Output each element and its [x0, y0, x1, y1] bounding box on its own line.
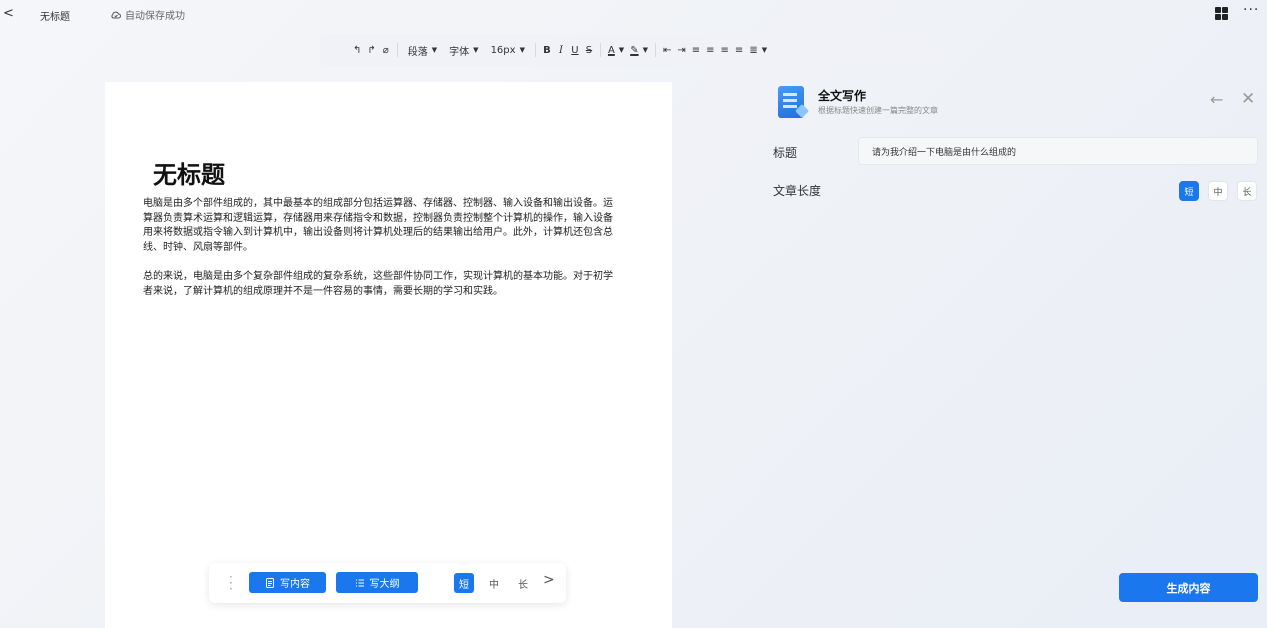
full-writing-icon	[778, 86, 804, 118]
close-icon[interactable]: ✕	[1241, 89, 1255, 109]
chevron-down-icon: ▼	[431, 46, 438, 54]
panel-subtitle: 根据标题快速创建一篇完整的文章	[818, 106, 938, 115]
font-label: 字体	[449, 46, 470, 58]
list-icon	[355, 579, 364, 586]
panel-length-short-button[interactable]: 短	[1179, 181, 1199, 201]
write-content-label: 写内容	[280, 579, 310, 590]
toolbar-divider	[396, 43, 398, 57]
length-long-button[interactable]: 长	[513, 573, 533, 593]
toolbar-divider	[534, 43, 536, 57]
font-color-icon: A	[607, 44, 615, 56]
back-arrow-icon[interactable]: ←	[1210, 90, 1223, 109]
justify-icon[interactable]: ≡	[732, 40, 746, 60]
document-paragraph[interactable]: 电脑是由多个部件组成的，其中最基本的组成部分包括运算器、存储器、控制器、输入设备…	[143, 197, 617, 255]
clear-format-icon[interactable]: ⌀	[379, 40, 393, 60]
write-outline-button[interactable]: 写大纲	[336, 572, 418, 593]
generate-content-button[interactable]: 生成内容	[1119, 573, 1258, 602]
panel-title: 全文写作	[818, 89, 867, 103]
chevron-down-icon: ▼	[519, 46, 525, 54]
write-outline-label: 写大纲	[369, 579, 400, 590]
line-spacing-icon: ≣	[749, 44, 758, 56]
paragraph-dropdown[interactable]: 段落 ▼	[402, 40, 443, 60]
align-center-icon[interactable]: ≡	[703, 40, 717, 60]
redo-icon[interactable]: ↱	[364, 40, 378, 60]
write-content-button[interactable]: 写内容	[249, 572, 326, 593]
panel-length-long-button[interactable]: 长	[1237, 181, 1257, 201]
align-right-icon[interactable]: ≡	[718, 40, 732, 60]
save-status-text: 自动保存成功	[125, 11, 185, 22]
font-size-label: 16px	[490, 44, 516, 56]
drag-handle-icon[interactable]: · · ·	[229, 571, 233, 595]
more-icon[interactable]: ···	[1243, 2, 1259, 18]
strikethrough-button[interactable]: S	[582, 40, 596, 60]
document-icon	[266, 577, 274, 588]
outdent-icon[interactable]: ⇤	[660, 40, 674, 60]
panel-length-medium-button[interactable]: 中	[1208, 181, 1228, 201]
title-input[interactable]	[858, 137, 1258, 165]
font-color-button[interactable]: A ▼	[605, 40, 627, 60]
length-field-label: 文章长度	[773, 184, 822, 198]
chevron-down-icon: ▼	[618, 46, 625, 54]
apps-grid-icon[interactable]	[1215, 7, 1228, 20]
document-name[interactable]: 无标题	[40, 8, 70, 23]
top-bar: < 无标题 自动保存成功 ···	[0, 0, 1267, 30]
length-short-button[interactable]: 短	[454, 573, 474, 593]
cloud-check-icon	[111, 11, 121, 18]
save-status: 自动保存成功	[110, 7, 185, 22]
writing-assistant-bar: · · · 写内容 写大纲 短 中 长 >	[209, 563, 566, 603]
highlight-icon: ✎	[630, 44, 639, 56]
underline-button[interactable]: U	[568, 40, 582, 60]
back-icon[interactable]: <	[3, 6, 14, 21]
paragraph-label: 段落	[407, 46, 428, 58]
format-toolbar: ↰ ↱ ⌀ 段落 ▼ 字体 ▼ 16px ▼ B I U S A ▼ ✎ ▼ ⇤ ⇥ ≡ …	[320, 34, 941, 66]
line-spacing-button[interactable]: ≣ ▼	[746, 40, 770, 60]
title-field-label: 标题	[773, 146, 798, 160]
font-size-dropdown[interactable]: 16px ▼	[485, 40, 531, 60]
chevron-right-icon[interactable]: >	[543, 572, 555, 588]
toolbar-divider	[654, 43, 656, 57]
chevron-down-icon: ▼	[642, 46, 648, 54]
chevron-down-icon: ▼	[761, 46, 768, 54]
document-paragraph[interactable]: 总的来说，电脑是由多个复杂部件组成的复杂系统，这些部件协同工作，实现计算机的基本…	[143, 270, 617, 299]
length-medium-button[interactable]: 中	[484, 573, 504, 593]
italic-button[interactable]: I	[554, 40, 568, 60]
highlight-button[interactable]: ✎ ▼	[627, 40, 651, 60]
chevron-down-icon: ▼	[473, 46, 479, 54]
document-title[interactable]: 无标题	[153, 155, 225, 190]
align-left-icon[interactable]: ≡	[689, 40, 703, 60]
font-dropdown[interactable]: 字体 ▼	[443, 40, 484, 60]
bold-button[interactable]: B	[540, 40, 554, 60]
undo-icon[interactable]: ↰	[350, 40, 364, 60]
document-paper[interactable]: 无标题 电脑是由多个部件组成的，其中最基本的组成部分包括运算器、存储器、控制器、…	[105, 82, 672, 628]
indent-icon[interactable]: ⇥	[674, 40, 688, 60]
toolbar-divider	[599, 43, 601, 57]
